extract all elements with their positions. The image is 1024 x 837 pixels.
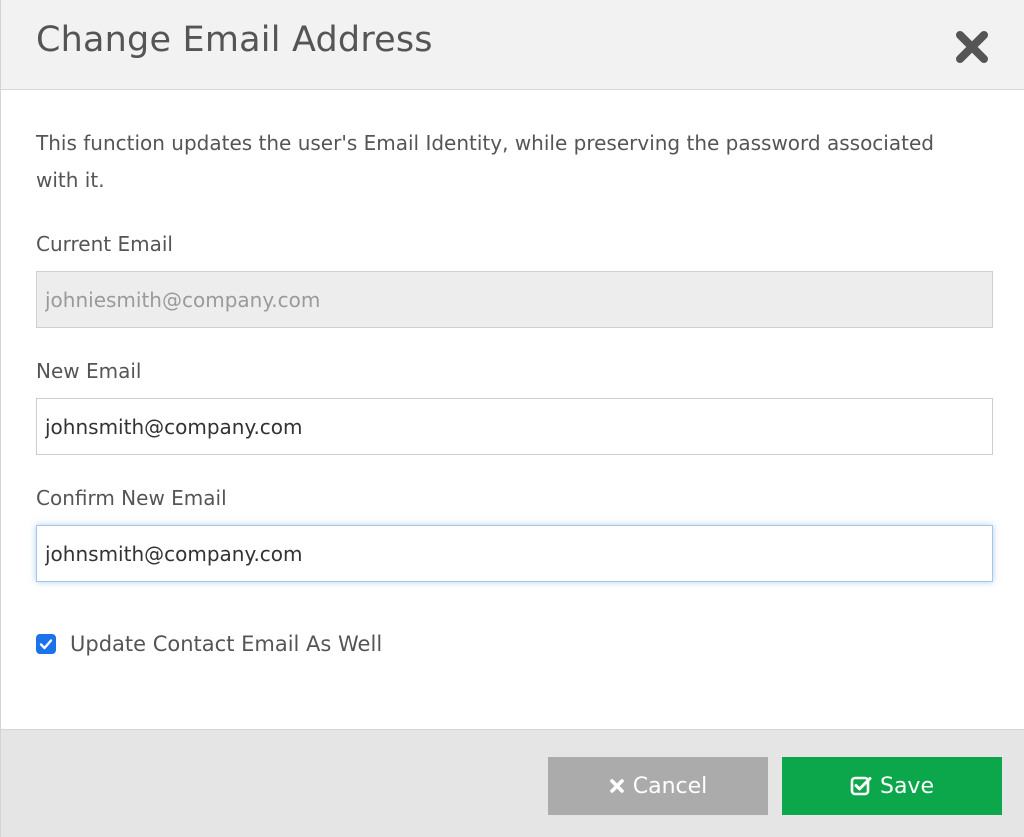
close-icon xyxy=(956,31,988,63)
close-button[interactable] xyxy=(951,26,993,68)
update-contact-email-checkbox[interactable] xyxy=(36,634,56,654)
update-contact-email-option: Update Contact Email As Well xyxy=(36,631,382,657)
dialog-body: This function updates the user's Email I… xyxy=(1,91,1024,729)
current-email-label: Current Email xyxy=(36,232,173,256)
new-email-field[interactable] xyxy=(36,398,993,455)
cancel-button-label: Cancel xyxy=(632,773,708,799)
update-contact-email-label: Update Contact Email As Well xyxy=(70,632,383,656)
dialog-description: This function updates the user's Email I… xyxy=(36,131,934,192)
x-icon xyxy=(609,778,625,794)
change-email-dialog: Change Email Address This function updat… xyxy=(0,0,1024,837)
new-email-label: New Email xyxy=(36,359,142,383)
cancel-button[interactable]: Cancel xyxy=(548,757,768,815)
confirm-email-field[interactable] xyxy=(36,525,993,582)
dialog-footer: Cancel Save xyxy=(1,729,1024,837)
save-button[interactable]: Save xyxy=(782,757,1002,815)
dialog-header: Change Email Address xyxy=(1,0,1024,90)
checkmark-icon xyxy=(39,639,53,650)
check-square-icon xyxy=(850,775,872,797)
save-button-label: Save xyxy=(879,773,934,799)
current-email-field xyxy=(36,271,993,328)
dialog-title: Change Email Address xyxy=(36,20,433,60)
confirm-email-label: Confirm New Email xyxy=(36,486,227,510)
